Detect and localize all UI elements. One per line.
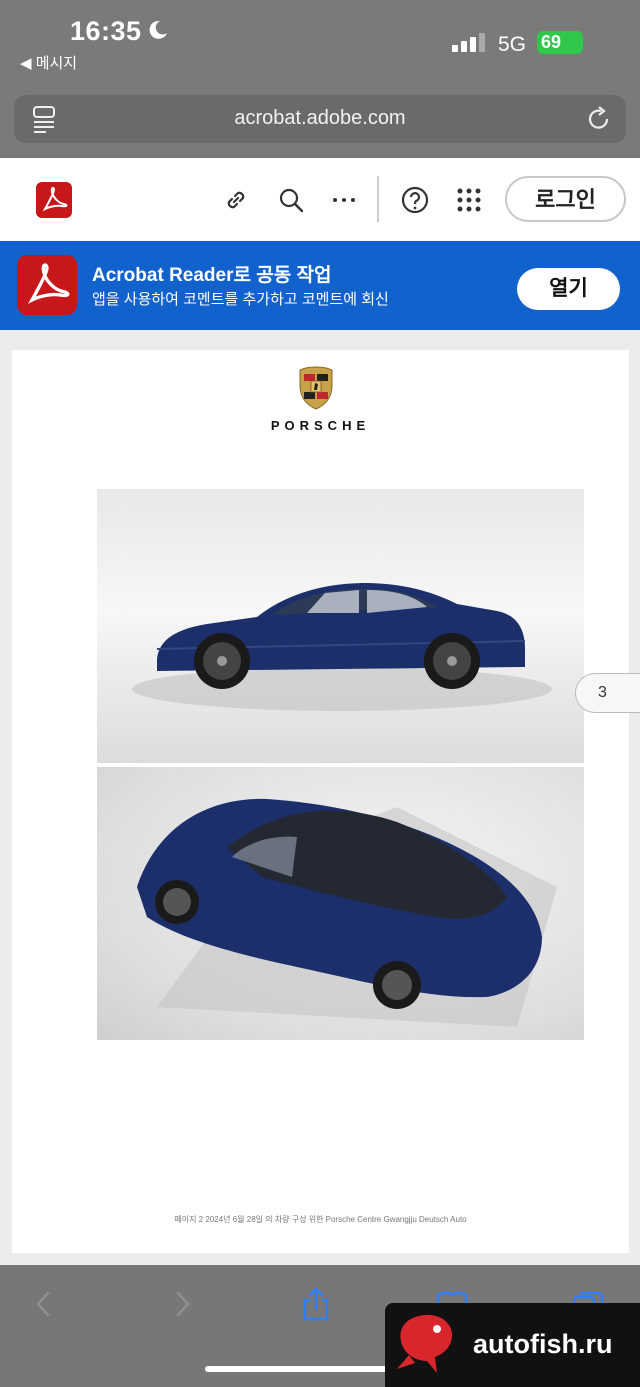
back-arrow-icon[interactable] [28,1287,60,1321]
apps-grid-icon[interactable] [455,186,483,214]
url-text[interactable]: acrobat.adobe.com [14,107,626,130]
share-icon[interactable] [300,1287,332,1321]
porsche-crest-logo [299,366,333,410]
status-bar: 16:35 ◀ 메시지 5G 69 [0,0,640,82]
car-side-photo [97,489,584,763]
watermark-text: autofish.ru [473,1329,613,1359]
open-app-button[interactable]: 열기 [517,268,620,310]
banner-subtitle: 앱을 사용하여 코멘트를 추가하고 코멘트에 회신 [92,291,389,308]
open-in-app-banner: Acrobat Reader로 공동 작업 앱을 사용하여 코멘트를 추가하고 … [0,241,640,330]
acrobat-swirl-icon [27,263,70,304]
car-top-photo [97,767,584,1040]
moon-icon [149,20,167,39]
address-bar[interactable]: acrobat.adobe.com [14,95,626,143]
page-number-indicator[interactable]: 3 [575,673,640,713]
acrobat-swirl-icon [42,186,68,212]
search-icon[interactable] [277,186,305,214]
header-divider [377,176,379,222]
fish-logo-icon [397,1314,453,1373]
banner-title: Acrobat Reader로 공동 작업 [92,265,332,286]
pdf-page: PORSCHE 페이지 2 2024년 6월 28일 의 차량 구성 위한 Po… [12,350,629,1253]
acrobat-header: 로그인 [0,158,640,241]
battery-indicator: 69 [537,31,583,54]
car-top-illustration [137,798,557,1027]
car-side-illustration [132,583,552,711]
watermark: autofish.ru [385,1303,640,1387]
clock: 16:35 [70,16,142,46]
help-icon[interactable] [401,186,429,214]
acrobat-logo[interactable] [36,182,72,218]
network-type: 5G [498,33,527,56]
page-footer-note: 페이지 2 2024년 6월 28일 의 차량 구성 위한 Porsche Ce… [174,1215,467,1224]
link-icon[interactable] [222,186,250,214]
signal-icon [452,33,485,52]
brand-wordmark: PORSCHE [270,418,371,433]
document-viewer[interactable]: PORSCHE 페이지 2 2024년 6월 28일 의 차량 구성 위한 Po… [0,330,640,1265]
reload-icon[interactable] [586,105,612,133]
battery-level: 69 [541,32,562,52]
forward-arrow-icon[interactable] [166,1287,198,1321]
acrobat-app-icon [17,255,77,315]
login-button[interactable]: 로그인 [505,176,626,222]
more-icon[interactable] [330,186,358,214]
back-to-messages[interactable]: ◀ 메시지 [20,52,77,73]
